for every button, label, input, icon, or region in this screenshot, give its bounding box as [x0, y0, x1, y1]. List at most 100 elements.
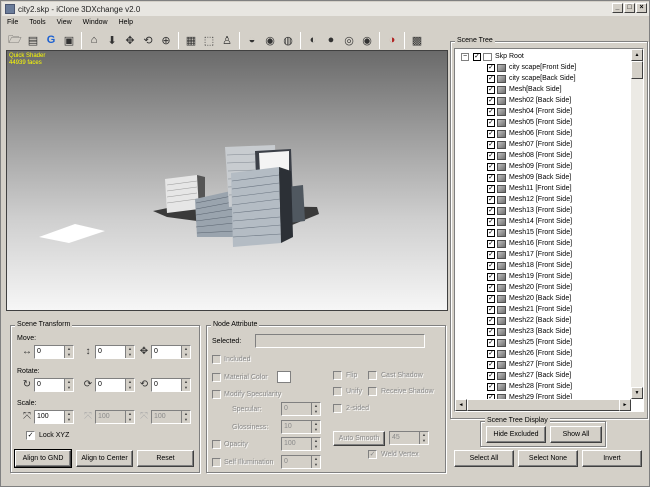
tree-item[interactable]: ✓ Mesh16 [Front Side] — [455, 238, 576, 249]
tree-item[interactable]: ✓ Mesh15 [Front Side] — [455, 227, 576, 238]
tree-item-checkbox[interactable]: ✓ — [487, 305, 495, 314]
hide-excluded-button[interactable]: Hide Excluded — [486, 426, 546, 443]
tree-item[interactable]: ✓ Mesh20 [Front Side] — [455, 282, 576, 293]
camera-icon[interactable]: ◒ — [243, 31, 261, 49]
scene-tree[interactable]: − ✓ Skp Root ✓ city scape[Front Side] ✓ cit… — [454, 48, 644, 412]
tree-item[interactable]: ✓ Mesh26 [Front Side] — [455, 348, 576, 359]
ball-icon[interactable]: ● — [322, 31, 340, 49]
show-all-button[interactable]: Show All — [550, 426, 602, 443]
tree-item-checkbox[interactable]: ✓ — [487, 217, 495, 226]
import-icon[interactable]: ▤ — [24, 31, 42, 49]
tree-item[interactable]: ✓ Mesh05 [Front Side] — [455, 117, 576, 128]
tree-item[interactable]: ✓ Mesh11 [Front Side] — [455, 183, 576, 194]
open-folder-icon[interactable]: 🗁 — [6, 31, 24, 49]
rotate-icon[interactable]: ⟲ — [139, 31, 157, 49]
tree-item-checkbox[interactable]: ✓ — [487, 382, 495, 391]
tree-item-checkbox[interactable]: ✓ — [487, 74, 495, 83]
g-logo-icon[interactable]: G — [42, 31, 60, 49]
tree-item-checkbox[interactable]: ✓ — [487, 173, 495, 182]
tree-item-checkbox[interactable]: ✓ — [487, 129, 495, 138]
tree-item-checkbox[interactable]: ✓ — [487, 371, 495, 380]
reset-button[interactable]: Reset — [137, 450, 194, 467]
menu-file[interactable]: File — [7, 19, 18, 26]
tree-item-checkbox[interactable]: ✓ — [487, 250, 495, 259]
grid-icon[interactable]: ▦ — [182, 31, 200, 49]
tree-item[interactable]: ✓ Mesh17 [Front Side] — [455, 249, 576, 260]
home-icon[interactable]: ⌂ — [85, 31, 103, 49]
tree-item[interactable]: ✓ Mesh14 [Front Side] — [455, 216, 576, 227]
tree-item[interactable]: ✓ Mesh22 [Back Side] — [455, 315, 576, 326]
tree-root[interactable]: − ✓ Skp Root — [455, 51, 576, 62]
tree-item[interactable]: ✓ Mesh13 [Front Side] — [455, 205, 576, 216]
rotate-z-input[interactable]: 0 ▲ ▼ — [151, 378, 191, 392]
tree-item-checkbox[interactable]: ✓ — [487, 118, 495, 127]
menu-view[interactable]: View — [57, 19, 72, 26]
tree-item-checkbox[interactable]: ✓ — [487, 360, 495, 369]
tree-item-checkbox[interactable]: ✓ — [487, 294, 495, 303]
tree-item[interactable]: ✓ Mesh08 [Front Side] — [455, 150, 576, 161]
tree-item-checkbox[interactable]: ✓ — [487, 261, 495, 270]
wire-sphere-icon[interactable]: ◍ — [279, 31, 297, 49]
maximize-button[interactable]: □ — [624, 3, 635, 13]
scroll-right-button[interactable]: ► — [619, 399, 631, 411]
export-icon[interactable]: ▣ — [60, 31, 78, 49]
tree-item-checkbox[interactable]: ✓ — [487, 349, 495, 358]
tree-item-checkbox[interactable]: ✓ — [487, 162, 495, 171]
tree-item[interactable]: ✓ Mesh18 [Front Side] — [455, 260, 576, 271]
move-x-input[interactable]: 0 ▲ ▼ — [34, 345, 74, 359]
sphere-icon[interactable]: ◉ — [261, 31, 279, 49]
move-icon[interactable]: ✥ — [121, 31, 139, 49]
close-button[interactable]: × — [636, 3, 647, 13]
tree-item-checkbox[interactable]: ✓ — [487, 239, 495, 248]
select-none-button[interactable]: Select None — [518, 450, 578, 467]
tree-item[interactable]: ✓ Mesh25 [Front Side] — [455, 337, 576, 348]
tree-item[interactable]: ✓ Mesh20 [Back Side] — [455, 293, 576, 304]
tree-horizontal-scrollbar[interactable]: ◄ ► — [455, 399, 631, 411]
tree-item[interactable]: ✓ Mesh28 [Front Side] — [455, 381, 576, 392]
figure-icon[interactable]: ♙ — [218, 31, 236, 49]
minimize-button[interactable]: _ — [612, 3, 623, 13]
rotate-x-input[interactable]: 0 ▲ ▼ — [34, 378, 74, 392]
select-all-button[interactable]: Select All — [454, 450, 514, 467]
select-tool-icon[interactable]: ⬚ — [200, 31, 218, 49]
collapse-icon[interactable]: − — [461, 52, 469, 61]
tree-item[interactable]: ✓ Mesh09 [Front Side] — [455, 161, 576, 172]
root-checkbox[interactable]: ✓ — [473, 52, 481, 61]
tree-item-checkbox[interactable]: ✓ — [487, 63, 495, 72]
menu-help[interactable]: Help — [119, 19, 133, 26]
scroll-thumb[interactable] — [631, 61, 643, 79]
invert-button[interactable]: Invert — [582, 450, 642, 467]
tree-item[interactable]: ✓ Mesh09 [Back Side] — [455, 172, 576, 183]
tree-vertical-scrollbar[interactable]: ▲ ▼ — [631, 49, 643, 399]
tree-item-checkbox[interactable]: ✓ — [487, 195, 495, 204]
tree-item-checkbox[interactable]: ✓ — [487, 96, 495, 105]
pivot-icon[interactable]: ⊕ — [157, 31, 175, 49]
save-icon[interactable]: ▩ — [408, 31, 426, 49]
tree-item[interactable]: ✓ Mesh12 [Front Side] — [455, 194, 576, 205]
rotate-y-input[interactable]: 0 ▲ ▼ — [95, 378, 135, 392]
3d-viewport[interactable]: Quick Shader 44939 faces — [6, 50, 448, 311]
tree-item-checkbox[interactable]: ✓ — [487, 206, 495, 215]
down-arrow-icon[interactable]: ⬇ — [103, 31, 121, 49]
align-to-gnd-button[interactable]: Align to GND — [14, 449, 72, 468]
scroll-left-button[interactable]: ◄ — [455, 399, 467, 411]
tree-item-checkbox[interactable]: ✓ — [487, 140, 495, 149]
scale-x-input[interactable]: 100 ▲ ▼ — [34, 410, 74, 424]
tree-item[interactable]: ✓ Mesh04 [Front Side] — [455, 106, 576, 117]
tree-item-checkbox[interactable]: ✓ — [487, 151, 495, 160]
tree-item-checkbox[interactable]: ✓ — [487, 316, 495, 325]
tree-item[interactable]: ✓ Mesh27 [Front Side] — [455, 359, 576, 370]
tree-item-checkbox[interactable]: ✓ — [487, 85, 495, 94]
tree-item-checkbox[interactable]: ✓ — [487, 184, 495, 193]
color-ball-icon[interactable]: ◉ — [358, 31, 376, 49]
tree-item[interactable]: ✓ Mesh27 [Back Side] — [455, 370, 576, 381]
tree-item-checkbox[interactable]: ✓ — [487, 283, 495, 292]
tree-item[interactable]: ✓ Mesh19 [Front Side] — [455, 271, 576, 282]
tree-item-checkbox[interactable]: ✓ — [487, 338, 495, 347]
menu-window[interactable]: Window — [83, 19, 108, 26]
texture-ball-icon[interactable]: ◎ — [340, 31, 358, 49]
tree-item[interactable]: ✓ Mesh07 [Front Side] — [455, 139, 576, 150]
tree-item[interactable]: ✓ Mesh06 [Front Side] — [455, 128, 576, 139]
red-ball-icon[interactable]: ◑ — [383, 31, 401, 49]
lock-xyz-checkbox[interactable]: ✓ — [26, 431, 35, 440]
